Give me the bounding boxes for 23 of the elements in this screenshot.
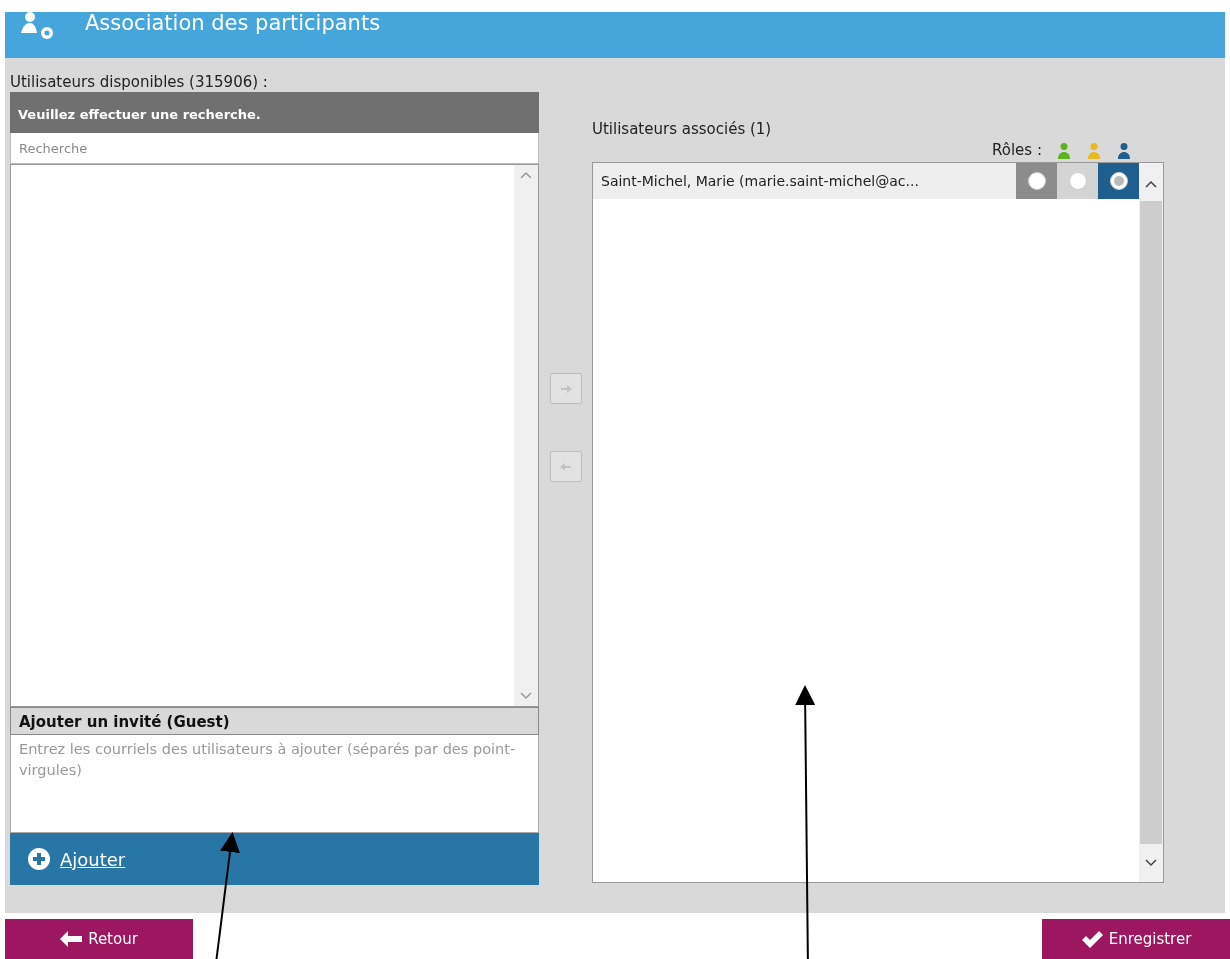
associated-users-label: Utilisateurs associés (1) [592, 119, 773, 139]
arrow-icon [558, 460, 573, 473]
checkmark-icon [1080, 930, 1103, 948]
add-link[interactable]: Ajouter [28, 845, 126, 873]
guest-section-title: Ajouter un invité (Guest) [10, 707, 539, 735]
save-button[interactable]: Enregistrer [1042, 919, 1230, 959]
scroll-down-icon[interactable] [1145, 858, 1157, 867]
available-users-label: Utilisateurs disponibles (315906) : [10, 72, 269, 92]
arrow-left-icon [60, 931, 83, 947]
scrollbar-thumb[interactable] [1140, 201, 1162, 844]
window-title: Association des participants [85, 10, 381, 38]
role-cell[interactable] [1057, 163, 1098, 199]
guest-email-field[interactable]: Entrez les courriels des utilisateurs à ajouter (séparés par des point-virgules) [10, 735, 539, 833]
arrow-icon [558, 382, 573, 395]
scroll-up-icon[interactable] [1145, 179, 1157, 188]
scrollbar[interactable] [1139, 163, 1163, 882]
search-field[interactable]: Recherche [10, 133, 539, 164]
roles-label: Rôles : [992, 140, 1042, 162]
search-message: Veuillez effectuer une recherche. [10, 92, 539, 133]
role-cell[interactable] [1098, 163, 1139, 199]
role-cell[interactable] [1016, 163, 1057, 199]
back-button[interactable]: Retour [5, 919, 193, 959]
plus-icon [28, 848, 50, 870]
